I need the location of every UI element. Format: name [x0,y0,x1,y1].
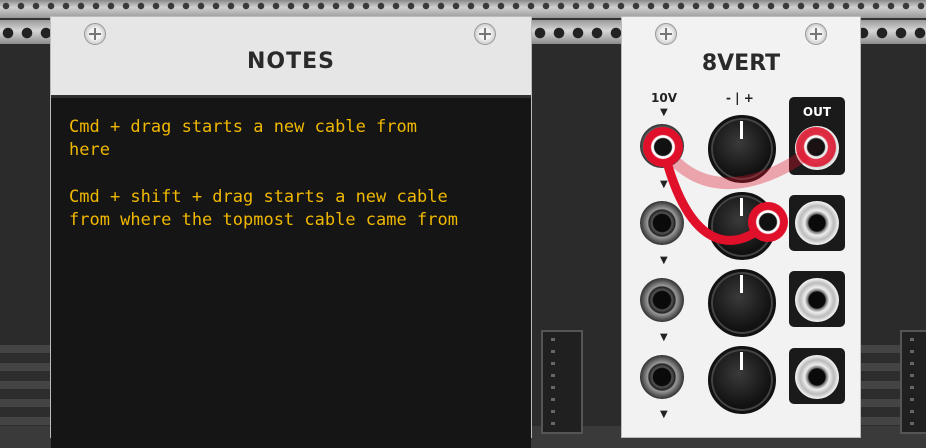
patch-cables [657,141,822,245]
cable-translucent[interactable] [657,141,822,190]
cable-plug[interactable] [796,127,836,167]
cable-plug[interactable] [643,127,683,167]
cable-plug[interactable] [748,202,788,242]
